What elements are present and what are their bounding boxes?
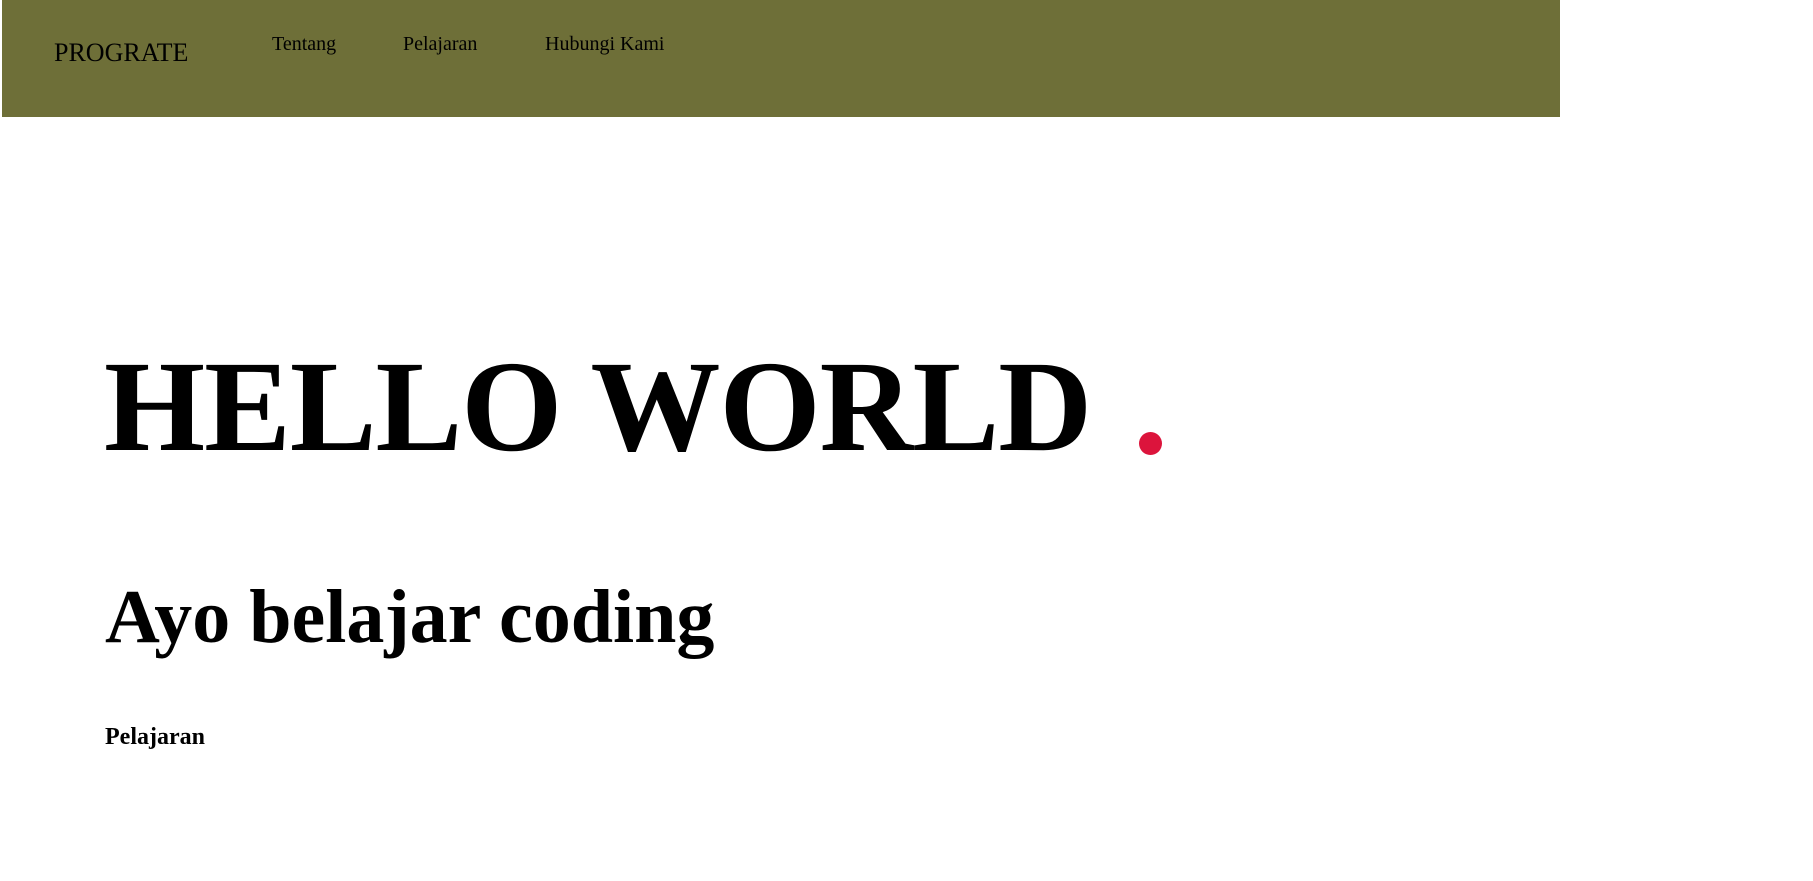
navbar: PROGRATE Tentang Pelajaran Hubungi Kami	[2, 0, 1560, 117]
nav-link-tentang[interactable]: Tentang	[272, 32, 336, 56]
hero-subtitle: Ayo belajar coding	[105, 575, 715, 659]
brand-logo[interactable]: PROGRATE	[54, 38, 188, 68]
section-heading-pelajaran: Pelajaran	[105, 724, 205, 750]
hero-title: HELLO WORLD	[104, 335, 1092, 479]
nav-link-hubungi-kami[interactable]: Hubungi Kami	[545, 32, 664, 56]
accent-dot-icon	[1139, 432, 1162, 455]
page: PROGRATE Tentang Pelajaran Hubungi Kami …	[0, 0, 1813, 881]
nav-link-pelajaran[interactable]: Pelajaran	[403, 32, 477, 56]
